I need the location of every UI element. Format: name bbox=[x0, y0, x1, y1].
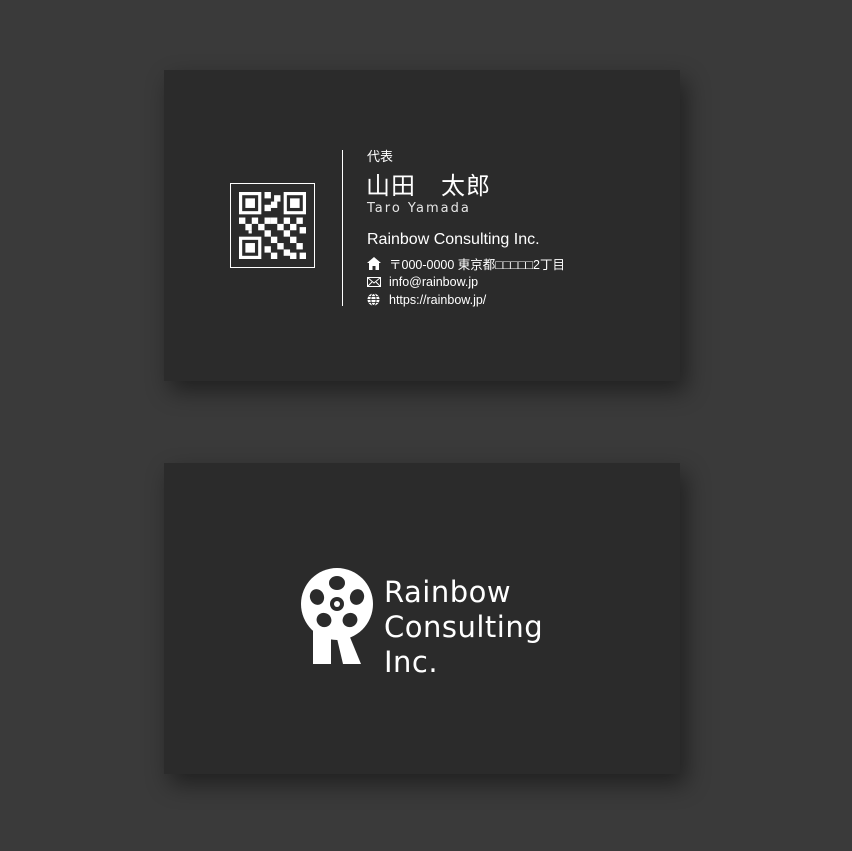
business-card-front: 代表 山田 太郎 Taro Yamada Rainbow Consulting … bbox=[164, 70, 680, 381]
business-card-back: Rainbow Consulting Inc. bbox=[164, 463, 680, 774]
company-name: Rainbow Consulting Inc. bbox=[367, 231, 540, 248]
website-row: https://rainbow.jp/ bbox=[367, 292, 486, 307]
address-row: 〒000-0000 東京都□□□□□2丁目 bbox=[367, 256, 566, 272]
qr-code bbox=[230, 183, 315, 268]
flower-r-logo-icon bbox=[301, 568, 377, 668]
name-english: Taro Yamada bbox=[367, 201, 471, 216]
website-link[interactable]: https://rainbow.jp/ bbox=[389, 293, 486, 307]
name-japanese: 山田 太郎 bbox=[366, 172, 491, 200]
home-icon bbox=[367, 257, 383, 271]
logo-line-2: Consulting bbox=[384, 610, 544, 644]
address-text: 〒000-0000 東京都□□□□□2丁目 bbox=[389, 258, 566, 272]
job-title: 代表 bbox=[367, 150, 394, 165]
qr-code-icon bbox=[239, 192, 306, 259]
logo-line-1: Rainbow bbox=[384, 575, 512, 609]
email-link[interactable]: info@rainbow.jp bbox=[389, 275, 478, 289]
vertical-divider bbox=[342, 150, 343, 306]
globe-icon bbox=[367, 293, 383, 307]
mail-icon bbox=[367, 275, 383, 289]
email-row: info@rainbow.jp bbox=[367, 274, 478, 289]
logo-line-3: Inc. bbox=[384, 645, 439, 679]
logo-wordmark: Rainbow Consulting Inc. bbox=[384, 575, 543, 680]
